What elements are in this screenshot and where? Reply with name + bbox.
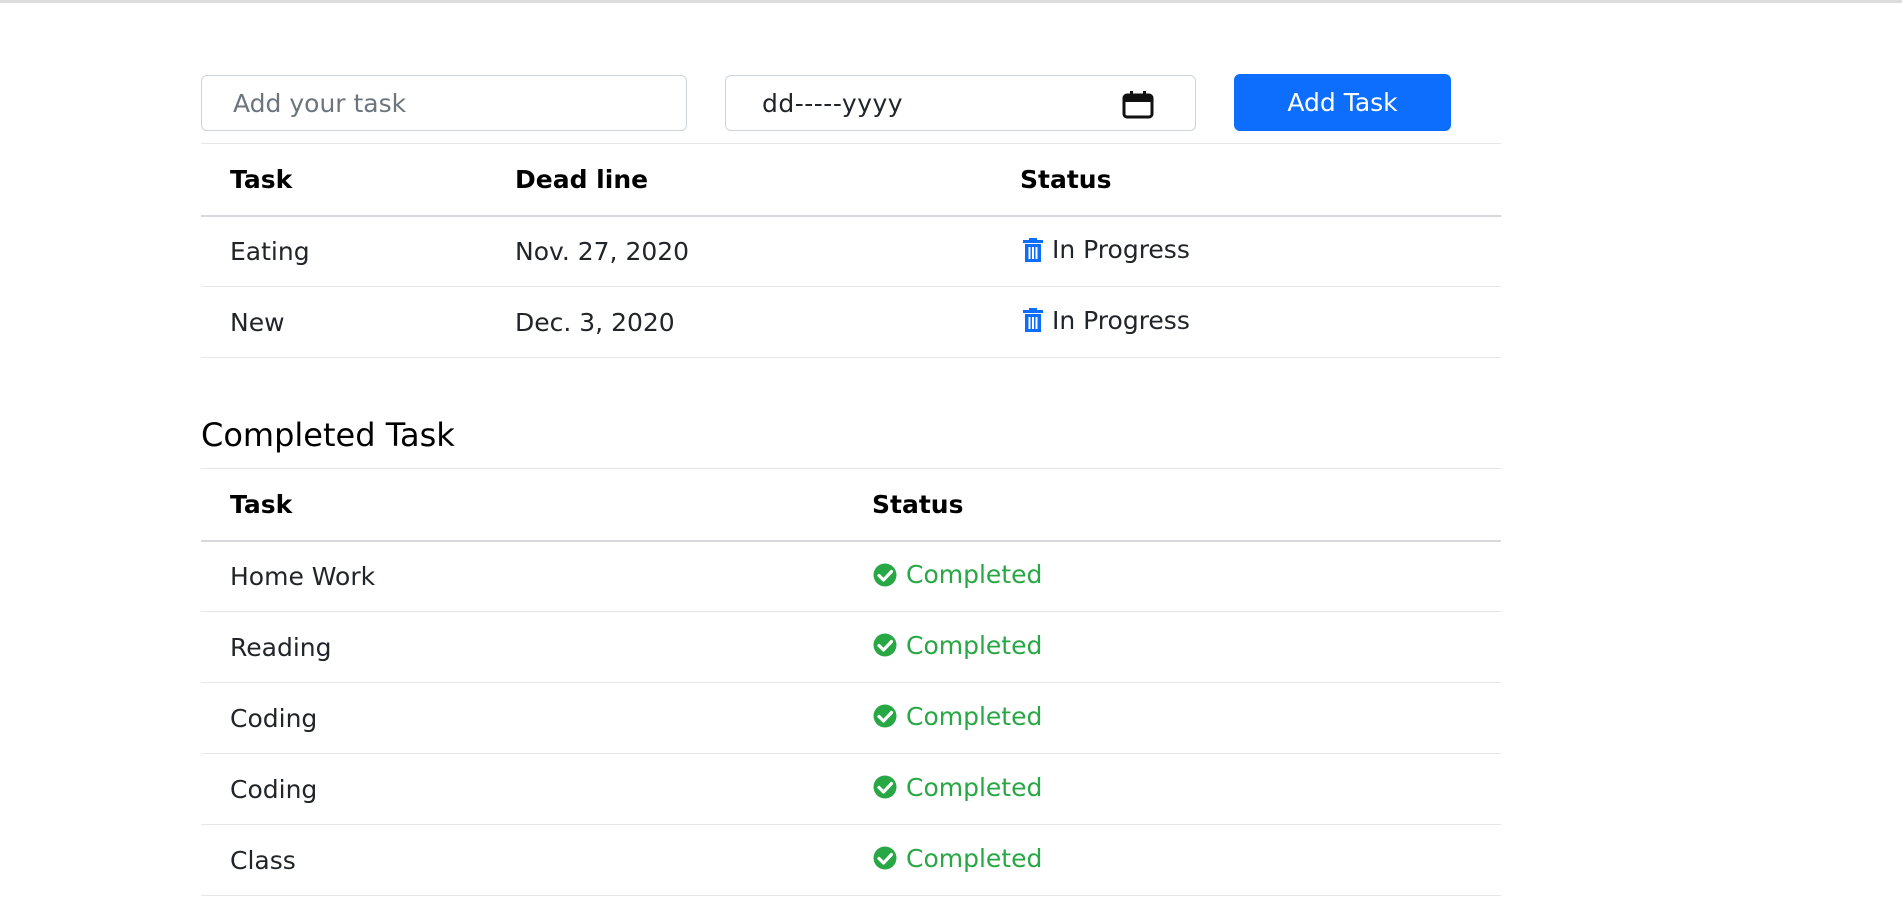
- task-deadline: Nov. 27, 2020: [486, 215, 991, 287]
- add-task-form: dd-----yyyy Add Task: [201, 73, 1501, 143]
- status-label: Completed: [906, 843, 1043, 873]
- check-circle-icon: [872, 563, 900, 587]
- completed-section-title: Completed Task: [201, 416, 455, 454]
- header-deadline: Dead line: [486, 143, 991, 217]
- header-task: Task: [201, 468, 843, 542]
- check-circle-icon: [872, 633, 900, 657]
- table-row: Eating Nov. 27, 2020 In Progress: [201, 215, 1501, 287]
- task-name: Class: [201, 824, 843, 896]
- status-completed: Completed: [872, 560, 1042, 589]
- table-row: Class Completed: [201, 824, 1501, 896]
- status-label: Completed: [906, 560, 1043, 589]
- header-status: Status: [843, 468, 1501, 542]
- trash-icon[interactable]: [1020, 308, 1046, 333]
- pending-tasks-table: Task Dead line Status Eating Nov. 27, 202…: [201, 143, 1501, 358]
- check-circle-icon: [872, 846, 900, 870]
- task-input[interactable]: [201, 75, 687, 131]
- status-completed: Completed: [872, 844, 1042, 873]
- task-name: Reading: [201, 611, 843, 683]
- table-row: Coding Completed: [201, 682, 1501, 754]
- status-completed: Completed: [872, 773, 1042, 802]
- header-task: Task: [201, 143, 486, 217]
- table-header-row: Task Status: [201, 468, 1501, 542]
- date-placeholder: dd-----yyyy: [762, 88, 904, 118]
- calendar-icon[interactable]: [1121, 90, 1155, 120]
- header-status: Status: [991, 143, 1501, 217]
- check-circle-icon: [872, 704, 900, 728]
- task-status-cell: Completed: [843, 540, 1501, 612]
- check-circle-icon: [872, 775, 900, 799]
- add-task-button[interactable]: Add Task: [1234, 74, 1451, 131]
- task-name: Eating: [201, 215, 486, 287]
- completed-tasks-table: Task Status Home Work Completed Reading Com…: [201, 468, 1501, 896]
- status-in-progress: In Progress: [1020, 235, 1190, 264]
- task-name: Coding: [201, 682, 843, 754]
- status-label: In Progress: [1052, 235, 1190, 264]
- task-status-cell: Completed: [843, 753, 1501, 825]
- status-in-progress: In Progress: [1020, 306, 1190, 335]
- table-row: New Dec. 3, 2020 In Progress: [201, 286, 1501, 358]
- task-status-cell: In Progress: [991, 215, 1501, 287]
- status-completed: Completed: [872, 631, 1042, 660]
- table-row: Coding Completed: [201, 753, 1501, 825]
- task-deadline: Dec. 3, 2020: [486, 286, 991, 358]
- task-name: New: [201, 286, 486, 358]
- status-label: In Progress: [1052, 305, 1190, 335]
- deadline-date-input[interactable]: dd-----yyyy: [725, 75, 1196, 131]
- status-completed: Completed: [872, 702, 1042, 731]
- task-status-cell: Completed: [843, 611, 1501, 683]
- status-label: Completed: [906, 701, 1043, 731]
- task-status-cell: Completed: [843, 824, 1501, 896]
- task-status-cell: Completed: [843, 682, 1501, 754]
- task-status-cell: In Progress: [991, 286, 1501, 358]
- top-divider: [0, 0, 1902, 3]
- task-manager: dd-----yyyy Add Task Task Dead line Stat…: [201, 73, 1501, 896]
- table-header-row: Task Dead line Status: [201, 143, 1501, 217]
- task-name: Home Work: [201, 540, 843, 612]
- status-label: Completed: [906, 630, 1043, 660]
- trash-icon[interactable]: [1020, 237, 1046, 262]
- task-name: Coding: [201, 753, 843, 825]
- table-row: Reading Completed: [201, 611, 1501, 683]
- table-row: Home Work Completed: [201, 540, 1501, 612]
- status-label: Completed: [906, 772, 1043, 802]
